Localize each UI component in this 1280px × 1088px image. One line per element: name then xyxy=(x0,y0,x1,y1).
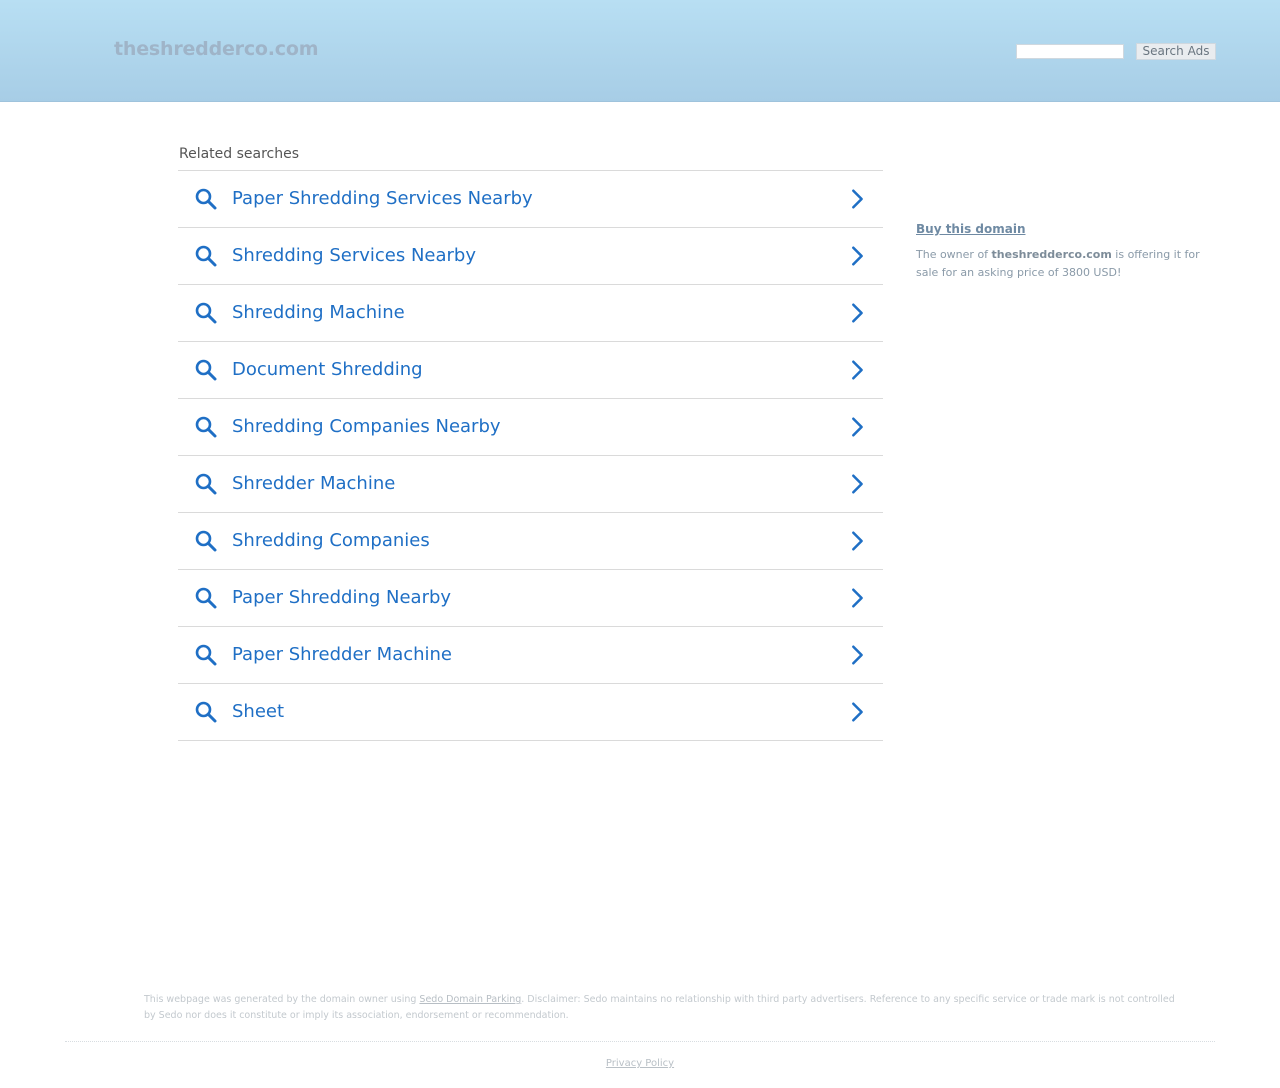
related-search-label[interactable]: Paper Shredding Nearby xyxy=(232,587,451,608)
search-ads-button[interactable]: Search Ads xyxy=(1136,43,1216,60)
related-search-item[interactable]: Paper Shredding Services Nearby xyxy=(178,171,883,228)
chevron-right-icon xyxy=(852,360,863,380)
privacy-footer: Privacy Policy xyxy=(0,1058,1280,1069)
related-search-label[interactable]: Paper Shredding Services Nearby xyxy=(232,188,533,209)
chevron-right-icon xyxy=(852,645,863,665)
site-title[interactable]: theshredderco.com xyxy=(114,38,318,60)
domain-sale-panel: Buy this domain The owner of theshredder… xyxy=(916,218,1216,282)
chevron-right-icon xyxy=(852,474,863,494)
related-search-label[interactable]: Shredder Machine xyxy=(232,473,395,494)
sedo-parking-link[interactable]: Sedo Domain Parking xyxy=(419,994,521,1005)
chevron-right-icon xyxy=(852,417,863,437)
search-icon xyxy=(195,644,217,666)
related-search-item[interactable]: Paper Shredding Nearby xyxy=(178,570,883,627)
related-searches-heading: Related searches xyxy=(179,146,300,162)
search-icon xyxy=(195,701,217,723)
chevron-right-icon xyxy=(852,246,863,266)
buy-domain-link[interactable]: Buy this domain xyxy=(916,222,1026,236)
related-search-label[interactable]: Shredding Companies Nearby xyxy=(232,416,501,437)
related-search-item[interactable]: Shredder Machine xyxy=(178,456,883,513)
related-search-item[interactable]: Sheet xyxy=(178,684,883,741)
offer-domain: theshredderco.com xyxy=(991,248,1112,261)
chevron-right-icon xyxy=(852,531,863,551)
chevron-right-icon xyxy=(852,702,863,722)
disclaimer: This webpage was generated by the domain… xyxy=(144,992,1189,1024)
related-search-item[interactable]: Shredding Companies Nearby xyxy=(178,399,883,456)
chevron-right-icon xyxy=(852,303,863,323)
search-icon xyxy=(195,530,217,552)
chevron-right-icon xyxy=(852,189,863,209)
related-search-label[interactable]: Paper Shredder Machine xyxy=(232,644,452,665)
search-icon xyxy=(195,587,217,609)
search-icon xyxy=(195,188,217,210)
related-search-label[interactable]: Shredding Machine xyxy=(232,302,405,323)
footer-divider xyxy=(65,1041,1215,1042)
search-input[interactable] xyxy=(1016,44,1124,59)
search-icon xyxy=(195,302,217,324)
related-search-item[interactable]: Document Shredding xyxy=(178,342,883,399)
chevron-right-icon xyxy=(852,588,863,608)
related-search-item[interactable]: Shredding Services Nearby xyxy=(178,228,883,285)
search-icon xyxy=(195,473,217,495)
sale-offer-text: The owner of theshredderco.com is offeri… xyxy=(916,246,1216,282)
related-search-item[interactable]: Shredding Companies xyxy=(178,513,883,570)
related-search-item[interactable]: Shredding Machine xyxy=(178,285,883,342)
related-search-label[interactable]: Sheet xyxy=(232,701,284,722)
related-searches-list: Paper Shredding Services Nearby Shredding… xyxy=(178,170,883,741)
search-icon xyxy=(195,359,217,381)
related-search-label[interactable]: Shredding Companies xyxy=(232,530,430,551)
search-icon xyxy=(195,416,217,438)
related-search-label[interactable]: Shredding Services Nearby xyxy=(232,245,476,266)
disclaimer-prefix: This webpage was generated by the domain… xyxy=(144,994,420,1005)
privacy-policy-link[interactable]: Privacy Policy xyxy=(606,1058,674,1069)
related-search-item[interactable]: Paper Shredder Machine xyxy=(178,627,883,684)
related-search-label[interactable]: Document Shredding xyxy=(232,359,423,380)
search-icon xyxy=(195,245,217,267)
page-header: theshredderco.com Search Ads xyxy=(0,0,1280,102)
offer-prefix: The owner of xyxy=(916,248,992,261)
